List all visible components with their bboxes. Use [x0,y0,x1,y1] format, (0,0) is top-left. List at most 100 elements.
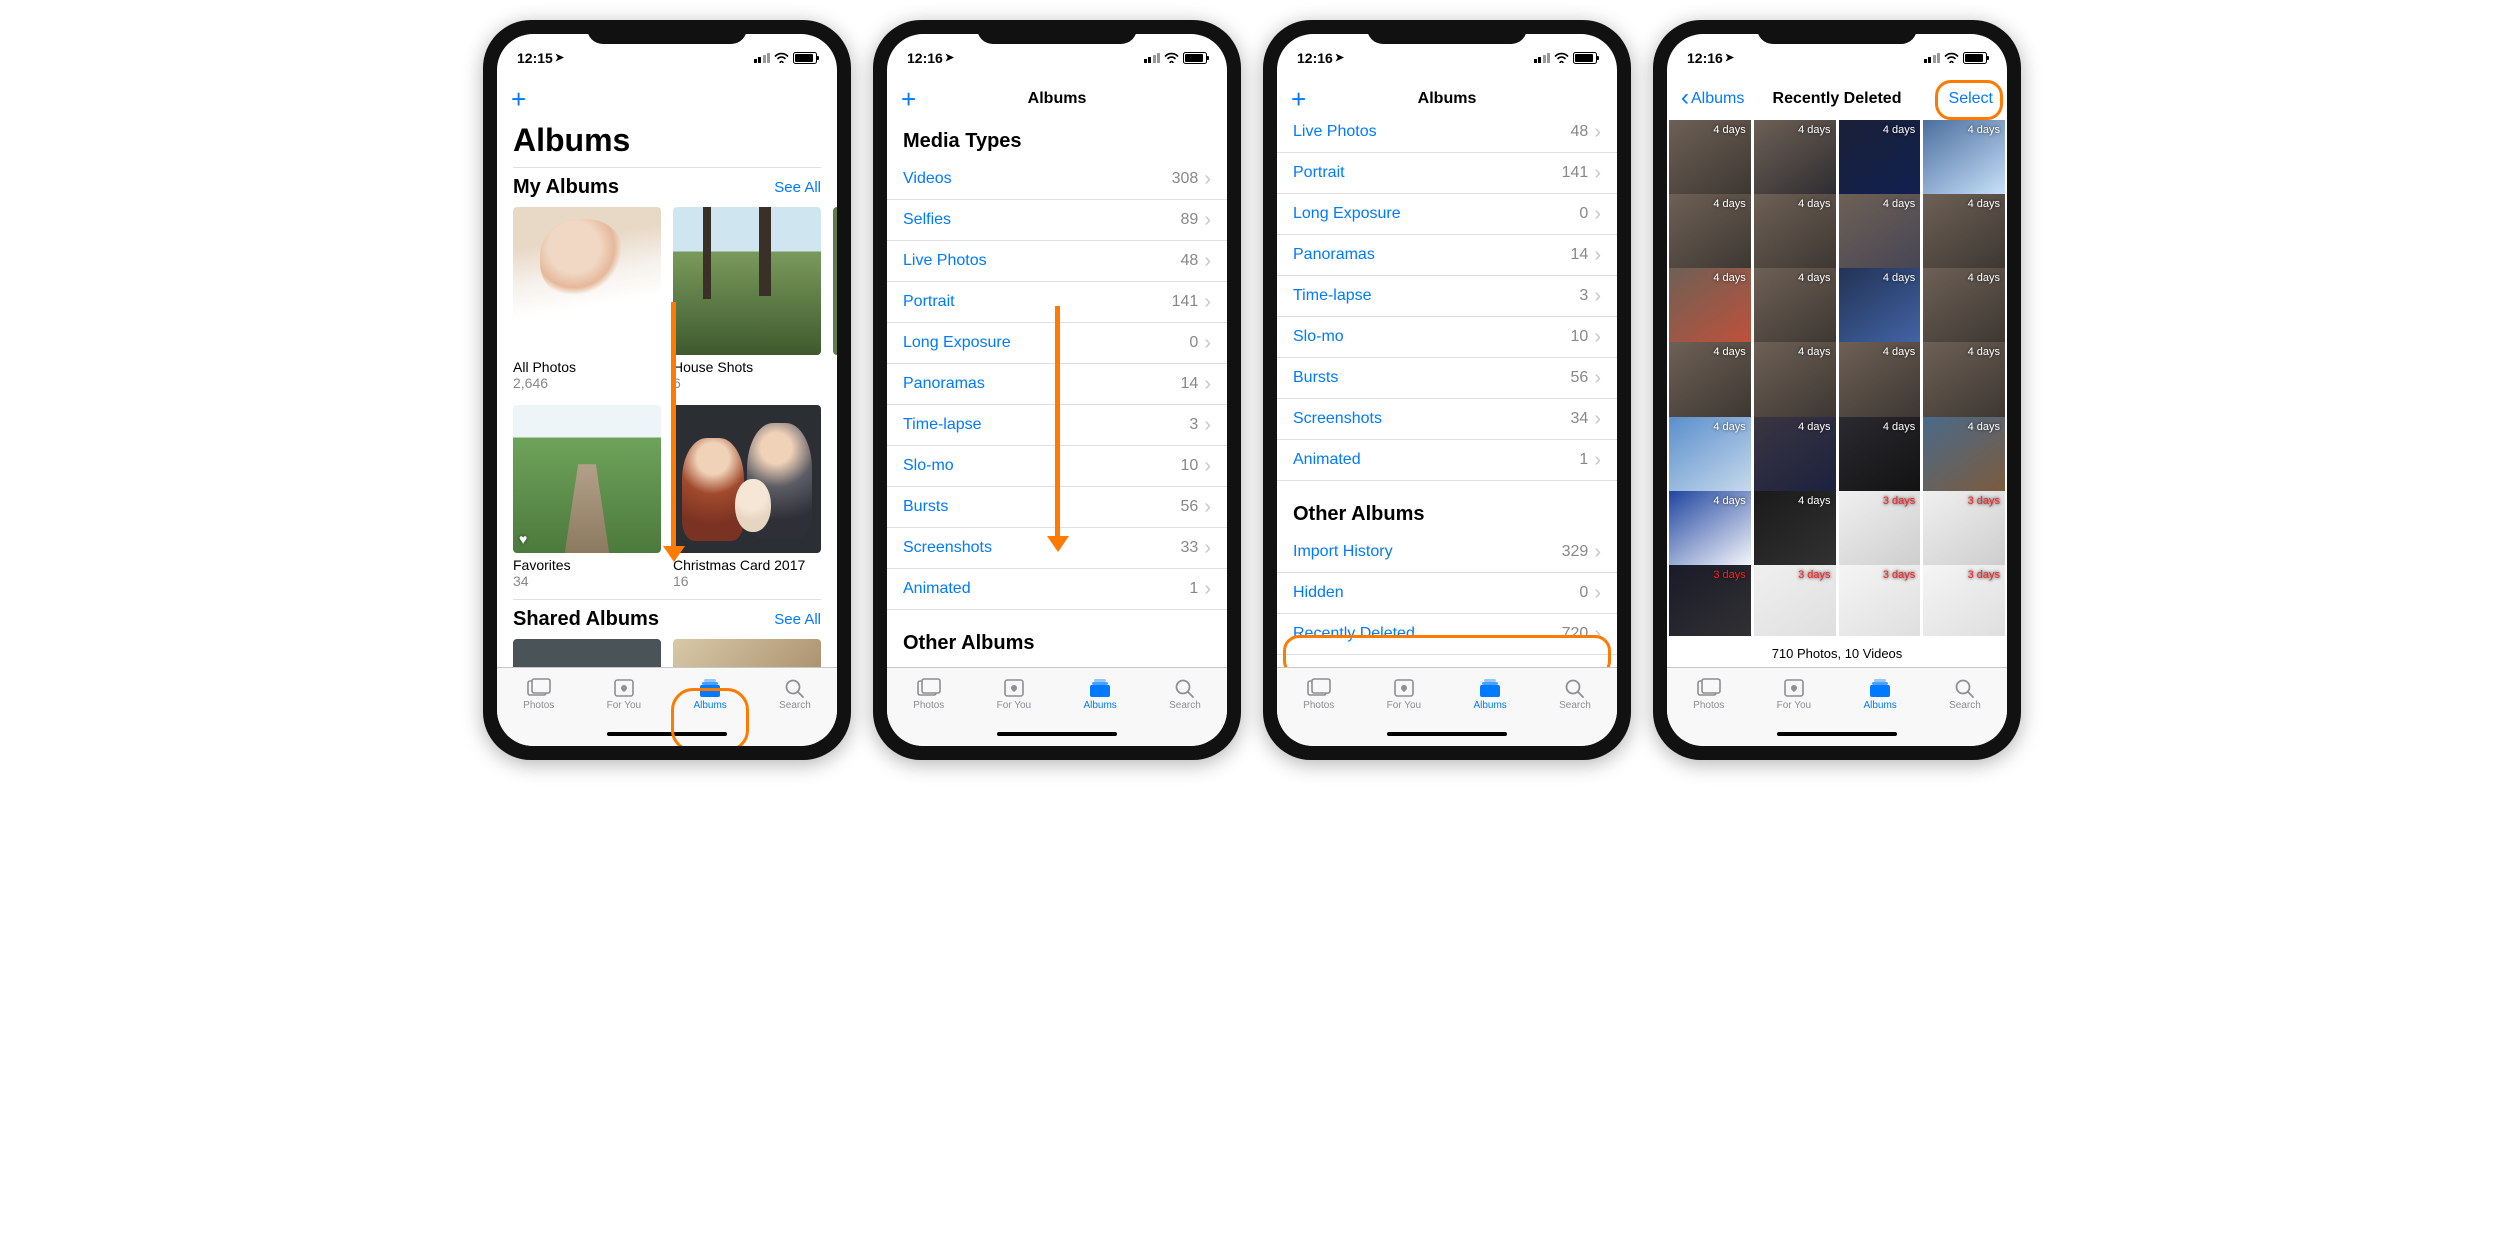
photo-tile[interactable]: 3 days [1669,565,1751,636]
chevron-right-icon: › [1594,245,1601,265]
row-count: 48 › [1571,122,1601,142]
photo-tile[interactable]: 3 days [1923,565,2005,636]
row-count: 720 › [1562,624,1601,644]
list-row[interactable]: Portrait141 › [1277,153,1617,194]
album-tile[interactable]: All Photos 2,646 [513,207,661,391]
select-button[interactable]: Select [1949,90,1993,108]
photo-tile[interactable]: 4 days [1923,417,2005,499]
tab-search[interactable]: Search [779,677,811,711]
list-row[interactable]: Screenshots34 › [1277,399,1617,440]
photo-tile[interactable]: 3 days [1839,491,1921,573]
album-tile[interactable]: ♥ Favorites 34 [513,405,661,589]
footer-count: 710 Photos, 10 Videos [1667,636,2007,667]
album-tile[interactable]: House Shots 6 [673,207,821,391]
chevron-right-icon: › [1594,542,1601,562]
photo-tile[interactable]: 3 days [1754,565,1836,636]
photo-tile[interactable]: 4 days [1839,417,1921,499]
list-row[interactable]: Live Photos48 › [887,241,1227,282]
tab-photos[interactable]: Photos [913,677,944,711]
tab-albums[interactable]: Albums [1863,677,1896,711]
see-all-button[interactable]: See All [774,611,821,628]
list-row[interactable]: Hidden0 › [1277,573,1617,614]
home-indicator[interactable] [997,732,1117,736]
photo-tile[interactable]: 4 days [1754,268,1836,350]
tab-for-you[interactable]: For You [607,677,641,711]
list-row[interactable]: Bursts56 › [1277,358,1617,399]
annotation-arrow [671,302,676,550]
row-label: Animated [1293,451,1361,469]
content-area[interactable]: Live Photos48 ›Portrait141 ›Long Exposur… [1277,120,1617,667]
add-button[interactable]: + [1291,86,1306,112]
photo-tile[interactable]: 4 days [1754,194,1836,276]
see-all-button[interactable]: See All [774,179,821,196]
home-indicator[interactable] [1777,732,1897,736]
battery-icon [1573,52,1597,64]
album-tile[interactable]: Christmas Card 2017 16 [673,405,821,589]
row-count: 0 › [1579,583,1601,603]
list-row[interactable]: Recently Deleted720 › [1277,614,1617,655]
tab-for-you[interactable]: For You [1387,677,1421,711]
photo-tile[interactable]: 4 days [1669,491,1751,573]
tab-search[interactable]: Search [1559,677,1591,711]
list-row[interactable]: Live Photos48 › [1277,120,1617,153]
row-count: 3 › [1189,415,1211,435]
content-area[interactable]: Media Types Videos308 ›Selfies89 ›Live P… [887,120,1227,667]
row-label: Long Exposure [1293,205,1401,223]
list-row[interactable]: Animated1 › [1277,440,1617,481]
tab-search[interactable]: Search [1169,677,1201,711]
tab-photos[interactable]: Photos [1693,677,1724,711]
photo-tile[interactable]: 3 days [1923,491,2005,573]
chevron-right-icon: › [1594,204,1601,224]
tab-albums[interactable]: Albums [1473,677,1506,711]
photo-tile[interactable]: 4 days [1754,491,1836,573]
photo-tile[interactable]: 4 days [1754,417,1836,499]
photo-tile[interactable]: 4 days [1923,120,2005,202]
photo-tile[interactable]: 4 days [1754,120,1836,202]
photo-tile[interactable]: 4 days [1669,120,1751,202]
phone-frame-3: 12:16➤ + Albums Live Photos48 ›Portrait1… [1263,20,1631,760]
list-row[interactable]: Animated1 › [887,569,1227,610]
phone-frame-2: 12:16➤ + Albums Media Types Videos308 ›S… [873,20,1241,760]
photo-tile[interactable]: 4 days [1754,342,1836,424]
photo-tile[interactable]: 4 days [1669,194,1751,276]
add-button[interactable]: + [511,86,526,112]
home-indicator[interactable] [1387,732,1507,736]
list-row[interactable]: Selfies89 › [887,200,1227,241]
tab-photos[interactable]: Photos [523,677,554,711]
album-tile[interactable] [673,639,821,667]
tab-for-you[interactable]: For You [997,677,1031,711]
list-row[interactable]: Long Exposure0 › [1277,194,1617,235]
tab-for-you[interactable]: For You [1777,677,1811,711]
photo-tile[interactable]: 4 days [1839,342,1921,424]
photo-tile[interactable]: 4 days [1669,268,1751,350]
section-header: Media Types [887,120,1227,159]
section-header: Other Albums [1277,481,1617,532]
back-button[interactable]: ‹Albums [1681,89,1744,108]
chevron-right-icon: › [1594,624,1601,644]
list-row[interactable]: Panoramas14 › [1277,235,1617,276]
photo-tile[interactable]: 4 days [1839,194,1921,276]
tab-albums[interactable]: Albums [693,677,726,711]
tab-search[interactable]: Search [1949,677,1981,711]
tab-photos[interactable]: Photos [1303,677,1334,711]
location-icon: ➤ [1335,51,1344,64]
list-row[interactable]: Slo-mo10 › [1277,317,1617,358]
photo-tile[interactable]: 4 days [1669,342,1751,424]
add-button[interactable]: + [901,86,916,112]
photo-tile[interactable]: 3 days [1839,565,1921,636]
list-row[interactable]: Import History329 › [1277,532,1617,573]
photo-tile[interactable]: 4 days [1923,194,2005,276]
list-row[interactable]: Time-lapse3 › [1277,276,1617,317]
album-tile[interactable] [513,639,661,667]
home-indicator[interactable] [607,732,727,736]
photo-tile[interactable]: 4 days [1839,120,1921,202]
photo-tile[interactable]: 4 days [1923,268,2005,350]
album-tile-partial[interactable] [833,207,837,391]
photo-tile[interactable]: 4 days [1839,268,1921,350]
photo-tile[interactable]: 4 days [1669,417,1751,499]
days-badge: 4 days [1713,421,1745,433]
tab-albums[interactable]: Albums [1083,677,1116,711]
list-row[interactable]: Videos308 › [887,159,1227,200]
content-area[interactable]: 4 days4 days4 days4 days4 days4 days4 da… [1667,120,2007,667]
photo-tile[interactable]: 4 days [1923,342,2005,424]
